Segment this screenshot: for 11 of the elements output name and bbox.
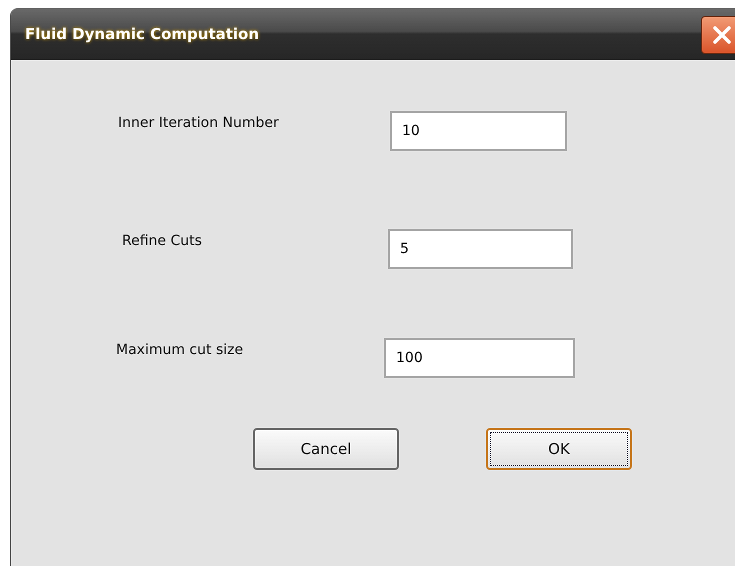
input-field[interactable]: 5 — [388, 229, 573, 269]
field-label: Refine Cuts — [122, 233, 202, 249]
close-icon — [711, 24, 733, 46]
input-field[interactable]: 10 — [390, 111, 567, 151]
ok-button[interactable]: OK — [486, 428, 632, 470]
cancel-button[interactable]: Cancel — [253, 428, 399, 470]
window-title: Fluid Dynamic Computation — [25, 25, 260, 43]
close-button[interactable] — [701, 16, 735, 54]
field-label: Maximum cut size — [116, 342, 244, 358]
input-field[interactable]: 100 — [384, 338, 575, 378]
field-label: Inner Iteration Number — [118, 115, 279, 131]
